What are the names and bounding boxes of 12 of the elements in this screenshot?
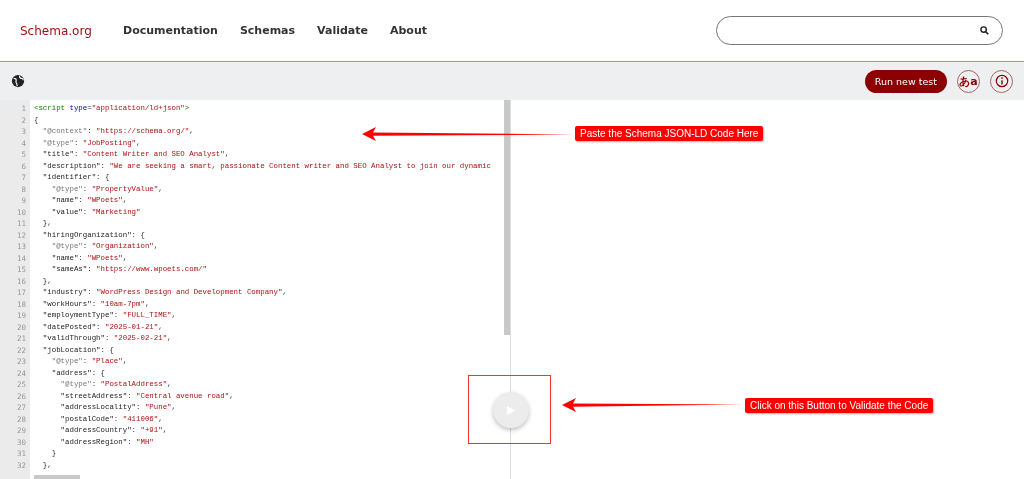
run-new-test-button[interactable]: Run new test: [864, 69, 947, 93]
search-icon: [980, 26, 989, 35]
site-logo[interactable]: Schema.org: [20, 23, 123, 38]
annotation-label: Click on this Button to Validate the Code: [745, 398, 934, 413]
scrollbar[interactable]: [34, 475, 80, 479]
annotation-label: Paste the Schema JSON-LD Code Here: [575, 126, 764, 141]
scrollbar[interactable]: [504, 100, 510, 335]
nav-link[interactable]: Schemas: [239, 24, 296, 37]
nav-link[interactable]: Validate: [317, 24, 368, 37]
nav-link[interactable]: About: [390, 24, 428, 37]
nav-link[interactable]: Documentation: [123, 24, 218, 37]
globe-icon[interactable]: [11, 74, 25, 88]
